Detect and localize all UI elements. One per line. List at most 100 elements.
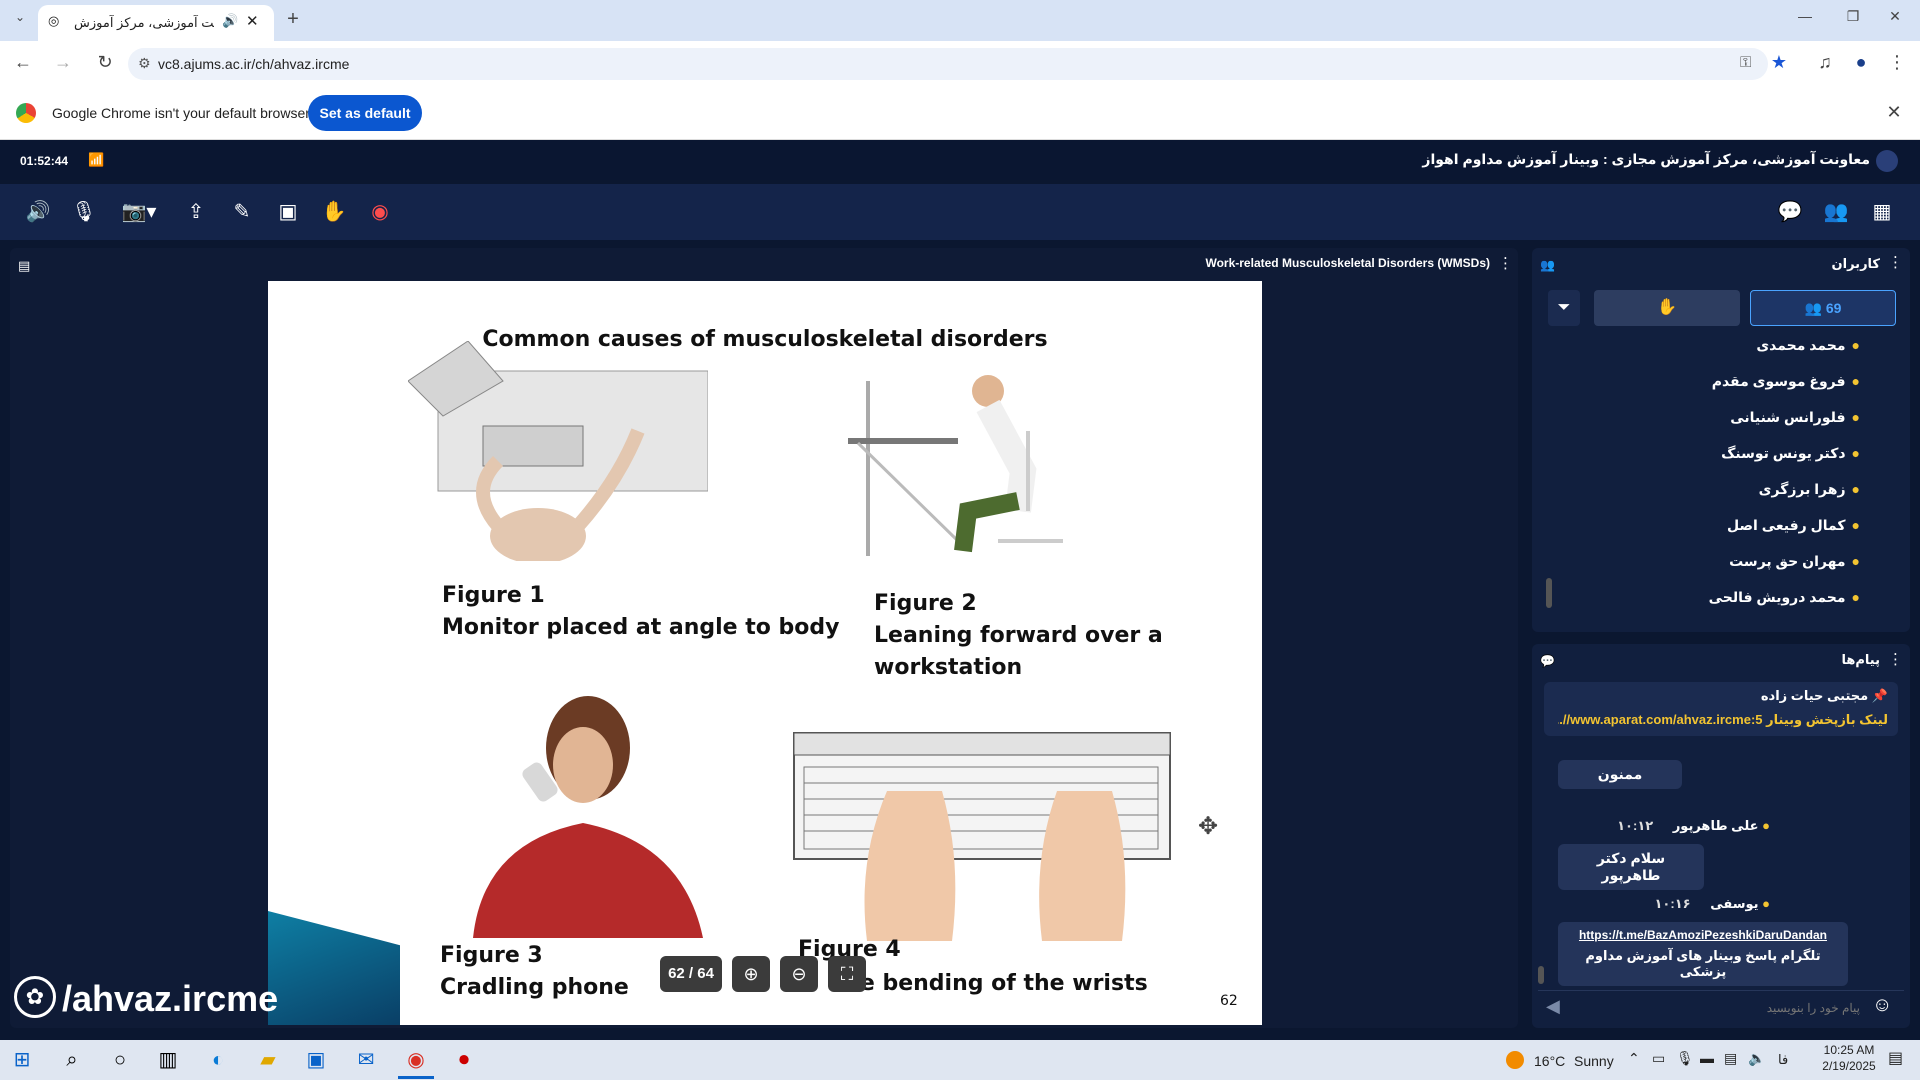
chat-message-header: ● یوسفی ۱۰:۱۶ <box>1654 896 1771 911</box>
tab-close-icon[interactable]: ✕ <box>246 12 259 30</box>
users-panel-icon: 👥 <box>1540 258 1555 272</box>
user-list-item[interactable]: ●دکتر یونس توسنگ <box>1560 445 1860 462</box>
send-icon[interactable]: ◀ <box>1546 996 1560 1017</box>
figure2-title: Figure 2 <box>874 591 977 616</box>
users-panel-title: کاربران <box>1831 256 1880 271</box>
record-icon[interactable]: ◉ <box>362 194 398 230</box>
chat-message-header: ● علی طاهرپور ۱۰:۱۲ <box>1617 818 1770 833</box>
users-count: 69 <box>1825 300 1842 316</box>
notifications-icon[interactable]: ▤ <box>1888 1048 1903 1068</box>
audio-playing-icon[interactable]: 🔊 <box>222 13 238 29</box>
mic-muted-icon[interactable]: 🎙 <box>66 194 102 230</box>
windows-start-icon[interactable]: ⊞ <box>6 1044 38 1076</box>
user-list-item[interactable]: ●فلورانس شنیانی <box>1560 409 1860 426</box>
set-as-default-button[interactable]: Set as default <box>308 95 422 131</box>
users-scrollbar[interactable] <box>1546 578 1552 608</box>
mail-icon[interactable]: ✉ <box>350 1044 382 1076</box>
tray-device-icon[interactable]: ▭ <box>1652 1050 1665 1067</box>
new-tab-icon[interactable]: + <box>280 8 306 34</box>
taskbar-clock[interactable]: 10:25 AM 2/19/2025 <box>1810 1043 1888 1073</box>
presentation-title: Work-related Musculoskeletal Disorders (… <box>1205 256 1490 270</box>
user-list-item[interactable]: ●کمال رفیعی اصل <box>1560 517 1860 534</box>
chat-scrollbar[interactable] <box>1538 966 1544 984</box>
chat-input[interactable] <box>1580 996 1860 1020</box>
infobar-close-icon[interactable]: ✕ <box>1882 102 1906 123</box>
raised-hands-tab[interactable]: ✋ <box>1594 290 1740 326</box>
store-icon[interactable]: ▣ <box>300 1044 332 1076</box>
user-list-item[interactable]: ●زهرا برزگری <box>1560 481 1860 498</box>
user-list-item[interactable]: ●فروغ موسوی مقدم <box>1560 373 1860 390</box>
bookmark-star-icon[interactable]: ★ <box>1766 52 1792 73</box>
chrome-menu-icon[interactable]: ⋮ <box>1884 52 1910 73</box>
weather-text[interactable]: Sunny <box>1574 1053 1614 1069</box>
zoom-in-icon[interactable]: ⊕ <box>732 956 770 992</box>
speaker-icon[interactable]: 🔊 <box>20 194 56 230</box>
chat-panel-title: پیام‌ها <box>1841 652 1881 667</box>
users-count-tab[interactable]: 👥 69 <box>1750 290 1896 326</box>
chat-message-bubble: ممنون <box>1558 760 1682 789</box>
restore-icon[interactable]: ❐ <box>1840 8 1866 25</box>
emoji-icon[interactable]: ☺ <box>1872 994 1892 1017</box>
chrome-taskbar-icon[interactable]: ◉ <box>400 1044 432 1076</box>
omnibox[interactable]: ⚙ vc8.ajums.ac.ir/ch/ahvaz.ircme ⚿ <box>128 48 1768 80</box>
minimize-icon[interactable]: — <box>1792 8 1818 24</box>
filter-icon[interactable]: ⏷ <box>1548 290 1580 326</box>
media-control-icon[interactable]: ♫ <box>1812 52 1838 73</box>
channel-watermark: /ahvaz.ircme <box>62 978 279 1019</box>
pinned-text: لینک بازپخش وبینار 5:www.aparat.com/ahva… <box>1558 712 1888 727</box>
app-logo-icon <box>1876 150 1898 172</box>
fullscreen-icon[interactable]: ⛶ <box>828 956 866 992</box>
password-key-icon[interactable]: ⚿ <box>1740 54 1751 71</box>
share-screen-icon[interactable]: ⇪ <box>178 194 214 230</box>
input-language[interactable]: فا <box>1778 1052 1788 1068</box>
chat-toggle-icon[interactable]: 💬 <box>1772 194 1808 230</box>
chat-message-time: ۱۰:۱۲ <box>1617 818 1654 833</box>
tray-mic-icon[interactable]: 🎙 <box>1676 1050 1694 1067</box>
user-list-item[interactable]: ●محمد محمدی <box>1560 337 1860 354</box>
task-view-icon[interactable]: ▥ <box>152 1044 184 1076</box>
zoom-out-icon[interactable]: ⊖ <box>780 956 818 992</box>
users-panel-menu-icon[interactable]: ⋮ <box>1888 253 1903 271</box>
recorder-icon[interactable]: ⏺ <box>448 1044 480 1076</box>
apps-grid-icon[interactable]: ▦ <box>1864 194 1900 230</box>
user-list-item[interactable]: ●محمد درویش فالحی <box>1560 589 1860 606</box>
window-close-icon[interactable]: ✕ <box>1882 8 1908 25</box>
figure4-illustration <box>793 732 1171 941</box>
edge-icon[interactable]: ◐ <box>202 1044 234 1076</box>
pinned-message[interactable]: 📌 مجتبی حیات زاده لینک بازپخش وبینار 5:w… <box>1544 682 1898 736</box>
tray-overflow-icon[interactable]: ⌃ <box>1628 1050 1640 1067</box>
cortana-icon[interactable]: ○ <box>104 1044 136 1076</box>
chat-message-bubble: سلام دکتر طاهرپور <box>1558 844 1704 890</box>
site-info-icon[interactable]: ⚙ <box>138 55 151 72</box>
weather-temp[interactable]: 16°C <box>1534 1053 1565 1069</box>
pin-icon: 📌 <box>1868 688 1888 703</box>
presentation-menu-icon[interactable]: ⋮ <box>1498 254 1513 272</box>
reload-icon[interactable]: ↻ <box>92 52 118 73</box>
user-list-item[interactable]: ●مهران حق پرست <box>1560 553 1860 570</box>
camera-off-icon[interactable]: 📷▾ <box>114 194 164 230</box>
whiteboard-pen-icon[interactable]: ✎ <box>224 194 260 230</box>
battery-icon[interactable]: ▬ <box>1700 1050 1714 1066</box>
chat-panel-menu-icon[interactable]: ⋮ <box>1888 650 1903 668</box>
raise-hand-icon[interactable]: ✋ <box>316 194 352 230</box>
session-title: معاونت آموزشی، مرکز آموزش مجازی : وبینار… <box>1422 151 1870 167</box>
files-icon[interactable]: ▣ <box>270 194 306 230</box>
session-timer: 01:52:44 <box>20 154 69 168</box>
back-icon[interactable]: ← <box>10 52 36 73</box>
taskbar-search-icon[interactable]: ⌕ <box>56 1044 88 1076</box>
slide: Common causes of musculoskeletal disorde… <box>268 281 1262 1025</box>
tab-search-icon[interactable]: ⌄ <box>8 10 32 32</box>
users-toggle-icon[interactable]: 👥 <box>1818 194 1854 230</box>
forward-icon[interactable]: → <box>50 52 76 73</box>
network-icon[interactable]: ▤ <box>1724 1050 1737 1067</box>
active-app-indicator <box>398 1076 434 1079</box>
volume-icon[interactable]: 🔈 <box>1748 1050 1765 1067</box>
browser-tab[interactable]: ◎ معاونت آموزشی، مرکز آموزش 🔊 ✕ <box>38 5 274 41</box>
file-explorer-icon[interactable]: ▰ <box>252 1044 284 1076</box>
profile-icon[interactable]: ● <box>1848 52 1874 73</box>
clock-time: 10:25 AM <box>1823 1043 1875 1057</box>
page-indicator[interactable]: 62 / 64 <box>660 956 722 992</box>
chat-message-time: ۱۰:۱۶ <box>1654 896 1691 911</box>
pinned-author: 📌 مجتبی حیات زاده <box>1760 688 1888 703</box>
chat-message-link[interactable]: https://t.me/BazAmoziPezeshkiDaruDandan <box>1566 928 1840 942</box>
